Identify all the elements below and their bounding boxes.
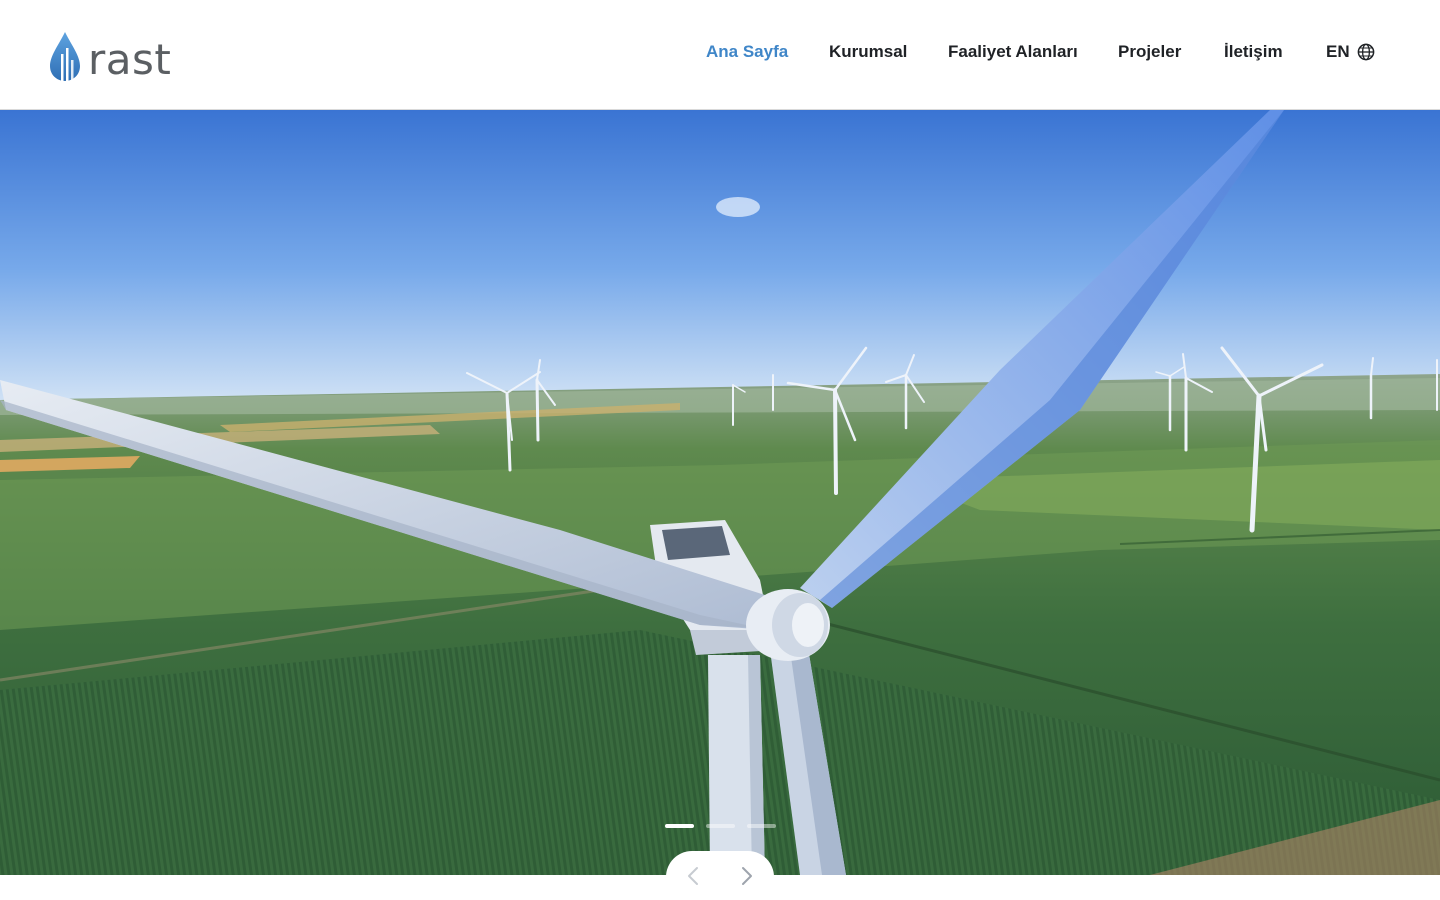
slider-dot-3[interactable]	[747, 824, 776, 828]
globe-icon	[1357, 43, 1374, 61]
chevron-left-icon	[688, 866, 698, 885]
slider-next-button[interactable]	[727, 856, 767, 896]
slider-dot-2[interactable]	[706, 824, 735, 828]
language-switcher[interactable]: EN	[1326, 38, 1375, 66]
slider-prev-button[interactable]	[673, 856, 713, 896]
slider-controls	[666, 851, 774, 900]
slider-dot-1[interactable]	[665, 824, 694, 828]
nav-item-kurumsal[interactable]: Kurumsal	[829, 38, 907, 66]
site-header: rast Ana Sayfa Kurumsal Faaliyet Alanlar…	[0, 0, 1440, 110]
slider-pagination	[665, 824, 776, 828]
language-label: EN	[1326, 42, 1350, 61]
main-navigation: Ana Sayfa Kurumsal Faaliyet Alanları Pro…	[0, 38, 1440, 68]
nav-item-projeler[interactable]: Projeler	[1118, 38, 1181, 66]
hero-slider	[0, 110, 1440, 875]
hero-image-wind-farm	[0, 110, 1440, 875]
chevron-right-icon	[742, 866, 752, 885]
nav-item-iletisim[interactable]: İletişim	[1224, 38, 1283, 66]
nav-item-faaliyet-alanlari[interactable]: Faaliyet Alanları	[948, 38, 1078, 66]
nav-item-ana-sayfa[interactable]: Ana Sayfa	[706, 38, 788, 66]
